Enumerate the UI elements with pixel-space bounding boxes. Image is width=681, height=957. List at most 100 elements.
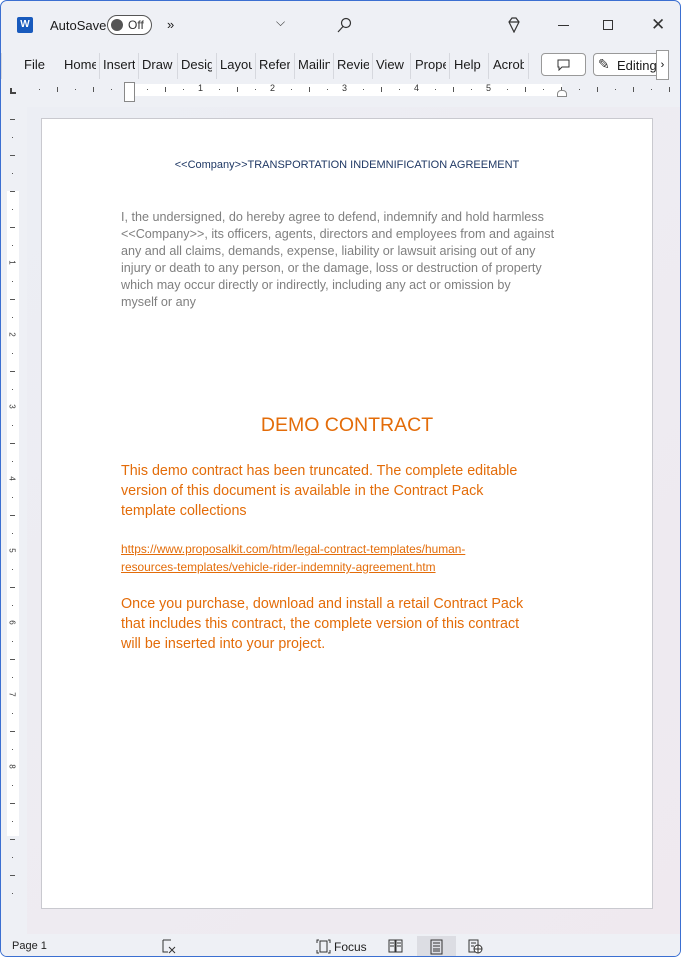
indent-marker[interactable] (124, 82, 135, 102)
ruler-tick (183, 89, 184, 90)
ruler-tick (12, 353, 13, 354)
ruler-tick (93, 87, 94, 92)
chevron-down-icon[interactable]: ⌵ (276, 15, 285, 30)
comments-button[interactable] (541, 53, 586, 76)
tab-mailings[interactable]: Mailings (298, 57, 330, 75)
close-button[interactable]: ✕ (651, 15, 665, 35)
text-line: version of this document is available in… (121, 483, 484, 499)
ruler-tick (12, 137, 13, 138)
ruler-tick (579, 89, 580, 90)
print-layout-icon (430, 939, 443, 955)
ruler-tick (10, 659, 15, 660)
ruler-tick (309, 87, 310, 92)
tab-design[interactable]: Design (181, 57, 212, 75)
tab-layout[interactable]: Layout (220, 57, 252, 75)
editing-mode-button[interactable]: ✎ Editing (593, 53, 665, 76)
print-layout-button[interactable] (417, 936, 456, 956)
ruler-tick (12, 497, 13, 498)
minimize-button[interactable] (558, 25, 569, 26)
ruler-tick (12, 317, 13, 318)
tab-selector[interactable] (10, 88, 16, 94)
body-paragraph: I, the undersigned, do hereby agree to d… (121, 209, 554, 311)
tab-insert[interactable]: Insert (103, 57, 135, 75)
vertical-ruler[interactable]: 1 2 3 4 5 6 7 8 (7, 111, 19, 906)
ruler-tick (10, 299, 15, 300)
ruler-tick (12, 713, 13, 714)
ruler-tick: 5 (486, 83, 492, 93)
demo-heading: DEMO CONTRACT (260, 414, 434, 436)
ruler-tick (12, 857, 13, 858)
tab-references[interactable]: References (259, 57, 290, 75)
contract-link[interactable]: https://www.proposalkit.com/htm/legal-co… (121, 540, 465, 576)
ruler-tick (435, 89, 436, 90)
diamond-icon[interactable] (506, 17, 522, 33)
tab-review[interactable]: Review (337, 57, 369, 75)
ruler-tick: 5 (7, 548, 17, 553)
ruler-tick (10, 803, 15, 804)
focus-icon (316, 939, 331, 954)
tab-draw[interactable]: Draw (142, 57, 174, 75)
ruler-tick (10, 227, 15, 228)
autosave-label: AutoSave (50, 18, 107, 33)
text-line: I, the undersigned, do hereby agree to d… (121, 210, 544, 224)
right-indent-marker[interactable] (557, 90, 567, 97)
text-line[interactable]: https://www.proposalkit.com/htm/legal-co… (121, 540, 465, 558)
read-mode-icon[interactable] (388, 939, 403, 953)
demo-paragraph: This demo contract has been truncated. T… (121, 461, 517, 521)
ruler-tick (165, 87, 166, 92)
ruler-tick: 4 (414, 83, 420, 93)
maximize-button[interactable] (603, 20, 613, 30)
text-line: This demo contract has been truncated. T… (121, 463, 518, 479)
ruler-tick (633, 87, 634, 92)
ruler-tick (255, 89, 256, 90)
ruler-tick: 2 (270, 83, 276, 93)
text-line: which may occur directly or indirectly, … (121, 278, 511, 292)
ruler-tick (10, 731, 15, 732)
ruler-tick (12, 209, 13, 210)
autosave-toggle[interactable]: Off (107, 15, 152, 35)
word-window: W AutoSave Off » ⌵ ✕ File Home Insert Dr… (0, 0, 681, 957)
page-indicator[interactable]: Page 1 (12, 940, 47, 952)
ruler-tick (111, 89, 112, 90)
proofing-icon[interactable] (161, 939, 176, 954)
tab-file[interactable]: File (24, 57, 50, 75)
web-layout-icon[interactable] (468, 939, 483, 954)
comment-icon (557, 59, 570, 71)
text-line[interactable]: resources-templates/vehicle-rider-indemn… (121, 558, 465, 576)
status-bar: Page 1 Focus (1, 935, 680, 956)
ruler-tick (10, 515, 15, 516)
ruler-tick (10, 155, 15, 156)
tab-properties[interactable]: Properties (415, 57, 446, 75)
ribbon-scroll-right-button[interactable]: › (656, 50, 669, 80)
ruler-tick (525, 87, 526, 92)
ruler-tick (12, 461, 13, 462)
ruler-tick (10, 371, 15, 372)
ruler-tick (39, 89, 40, 90)
ruler-tick (12, 677, 13, 678)
text-line: template collections (121, 503, 247, 519)
ruler-tick (12, 533, 13, 534)
document-page[interactable]: <<Company>>TRANSPORTATION INDEMNIFICATIO… (41, 118, 653, 909)
text-line: Once you purchase, download and install … (121, 596, 524, 612)
tab-view[interactable]: View (376, 57, 406, 75)
ruler-tick (12, 641, 13, 642)
ruler-tick (219, 89, 220, 90)
ruler-tick: 6 (7, 620, 17, 625)
tab-home[interactable]: Home (64, 57, 96, 75)
ruler-tick (327, 89, 328, 90)
ruler-tick (12, 245, 13, 246)
ruler-tick (12, 821, 13, 822)
ruler-tick (381, 87, 382, 92)
text-line: myself or any (121, 295, 196, 309)
search-icon[interactable] (336, 17, 352, 33)
purchase-paragraph: Once you purchase, download and install … (121, 594, 523, 654)
ruler-tick (12, 281, 13, 282)
more-commands-button[interactable]: » (167, 17, 174, 32)
text-line: injury or death to any person, or the da… (121, 261, 542, 275)
tab-acrobat[interactable]: Acrobat (493, 57, 524, 75)
ruler-tick (10, 191, 15, 192)
ruler-tick (399, 89, 400, 90)
document-title: <<Company>>TRANSPORTATION INDEMNIFICATIO… (174, 159, 520, 171)
ruler-tick (12, 749, 13, 750)
tab-help[interactable]: Help (454, 57, 484, 75)
